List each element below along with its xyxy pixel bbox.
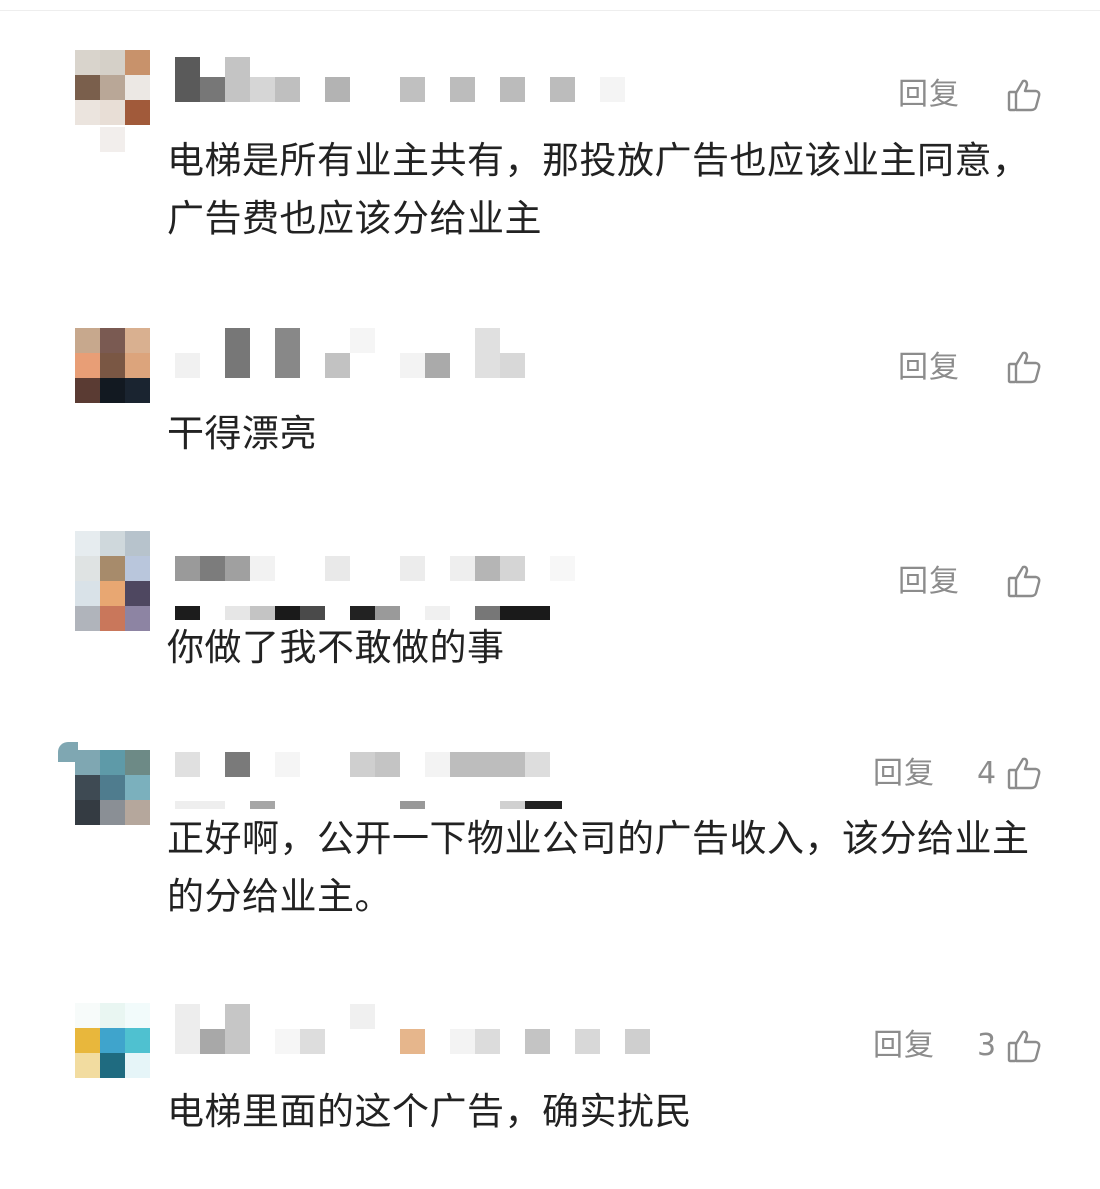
reply-button[interactable]: 回复 bbox=[898, 78, 960, 112]
thumbs-up-icon[interactable] bbox=[1006, 349, 1042, 385]
thumbs-up-icon[interactable] bbox=[1006, 755, 1042, 791]
thumbs-up-icon[interactable] bbox=[1006, 77, 1042, 113]
comment-text: 你做了我不敢做的事 bbox=[167, 626, 505, 669]
thumbs-up-icon[interactable] bbox=[1006, 563, 1042, 599]
reply-button[interactable]: 回复 bbox=[873, 1029, 935, 1063]
thumbs-up-icon[interactable] bbox=[1006, 1028, 1042, 1064]
reply-button[interactable]: 回复 bbox=[898, 351, 960, 385]
avatar[interactable] bbox=[75, 50, 150, 125]
avatar[interactable] bbox=[75, 750, 150, 825]
reply-button[interactable]: 回复 bbox=[898, 565, 960, 599]
comment-text: 电梯是所有业主共有，那投放广告也应该业主同意，广告费也应该分给业主 bbox=[167, 139, 1030, 240]
comment-text: 干得漂亮 bbox=[167, 412, 317, 455]
avatar[interactable] bbox=[75, 531, 150, 631]
top-divider bbox=[0, 10, 1100, 11]
avatar[interactable] bbox=[75, 328, 150, 403]
comment-text: 正好啊，公开一下物业公司的广告收入，该分给业主的分给业主。 bbox=[167, 817, 1030, 918]
comment-text: 电梯里面的这个广告，确实扰民 bbox=[167, 1090, 692, 1133]
reply-button[interactable]: 回复 bbox=[873, 757, 935, 791]
like-count: 3 bbox=[977, 1028, 997, 1063]
like-count: 4 bbox=[977, 756, 997, 791]
avatar[interactable] bbox=[75, 1003, 150, 1078]
